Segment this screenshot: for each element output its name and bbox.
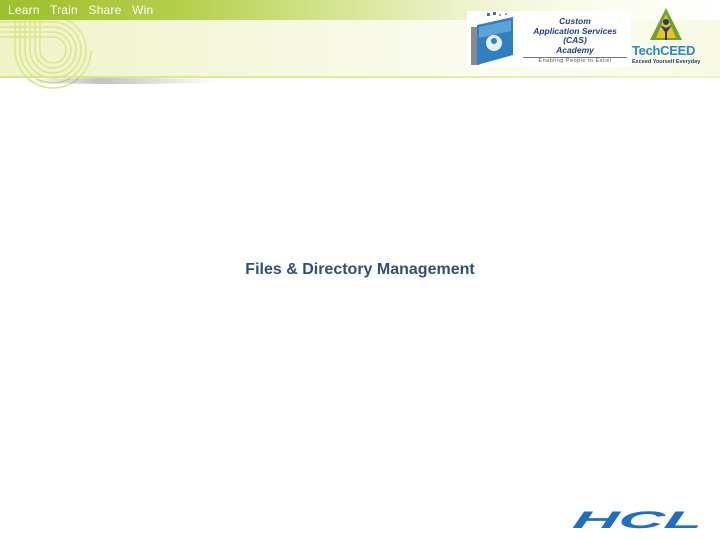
cas-academy-logo: Custom Application Services (CAS) Academ… <box>467 11 631 67</box>
techceed-name: TechCEED <box>632 43 696 58</box>
techceed-tagline: Exceed Yourself Everyday <box>632 59 701 65</box>
cas-line: Academy <box>556 44 594 55</box>
tagline-word: Train <box>50 3 78 17</box>
cas-logo-text: Custom Application Services (CAS) Academ… <box>519 16 631 55</box>
book-head-icon <box>471 12 513 65</box>
tagline-word: Win <box>132 3 154 17</box>
hcl-logo: HCL <box>571 509 705 531</box>
techceed-logo: TechCEED Exceed Yourself Everyday <box>630 6 710 68</box>
hcl-logo-text: HCL <box>571 509 705 531</box>
cas-logo-subtitle: Enabling People to Excel <box>523 57 627 64</box>
header-shadow <box>20 78 220 84</box>
slide-title: Files & Directory Management <box>245 261 475 278</box>
tagline: Learn Train Share Win <box>8 3 160 17</box>
tagline-word: Learn <box>8 3 40 17</box>
tagline-word: Share <box>88 3 122 17</box>
techceed-emblem-icon <box>650 8 682 40</box>
